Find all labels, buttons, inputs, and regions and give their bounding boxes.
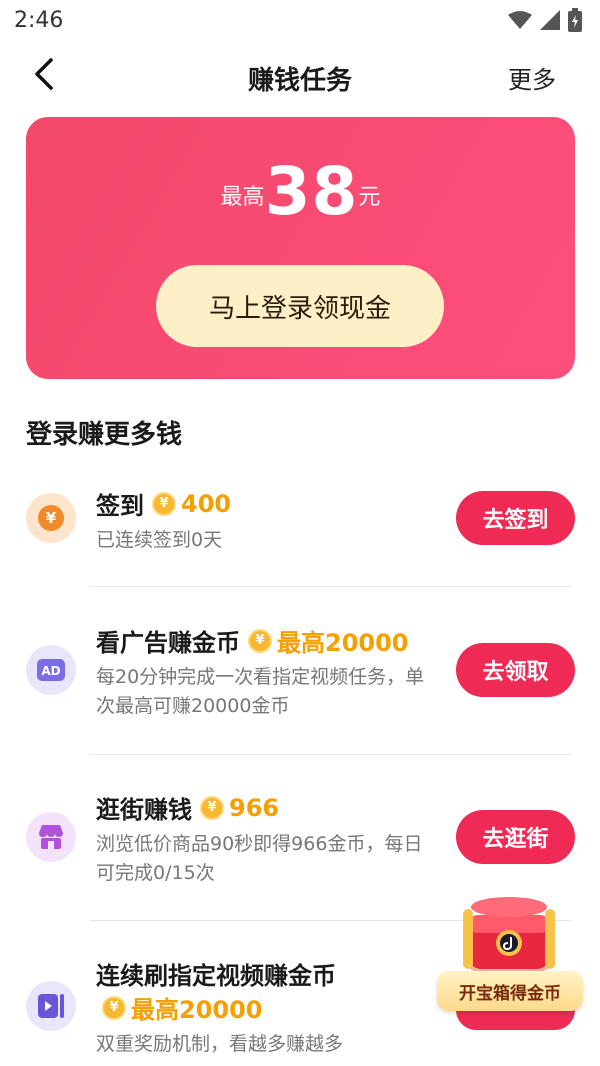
section-title: 登录赚更多钱	[26, 420, 183, 450]
treasure-chest-icon	[463, 897, 555, 975]
task-reward: 966	[229, 793, 280, 822]
reward-banner: 最高38元 马上登录领现金	[26, 117, 575, 379]
task-button-watch-ad[interactable]: 去领取	[456, 643, 575, 697]
task-title: 连续刷指定视频赚金币	[96, 962, 336, 990]
nav-bar: 赚钱任务 更多	[0, 40, 600, 110]
divider	[90, 586, 571, 587]
task-desc: 已连续签到0天	[96, 529, 223, 551]
treasure-chest-widget[interactable]: 开宝箱得金币	[437, 893, 583, 1023]
wifi-icon	[508, 11, 532, 29]
max-reward-unit: 元	[358, 185, 381, 210]
max-reward-amount: 38	[264, 153, 359, 230]
max-reward: 最高38元	[26, 153, 575, 230]
divider	[90, 754, 571, 755]
max-reward-prefix: 最高	[220, 185, 265, 210]
task-title: 签到 ¥ 400	[96, 486, 231, 521]
shop-icon	[26, 812, 76, 862]
task-button-sign-in[interactable]: 去签到	[456, 491, 575, 545]
status-time: 2:46	[14, 7, 64, 33]
task-reward: 最高20000	[277, 629, 409, 657]
task-button-shopping[interactable]: 去逛街	[456, 810, 575, 864]
task-desc: 双重奖励机制，看越多赚越多	[96, 1033, 344, 1055]
task-title-text: 逛街赚钱	[96, 796, 192, 824]
ad-icon: AD	[26, 645, 76, 695]
task-reward: 最高20000	[131, 996, 263, 1024]
svg-text:AD: AD	[41, 664, 60, 678]
task-desc: 每20分钟完成一次看指定视频任务，单次最高可赚20000金币	[96, 666, 425, 717]
login-button[interactable]: 马上登录领现金	[156, 265, 444, 347]
video-icon	[26, 981, 76, 1031]
task-reward-line: ¥ 最高20000	[96, 990, 263, 1025]
coin-icon: ¥	[152, 491, 176, 516]
task-title: 逛街赚钱 ¥ 966	[96, 790, 279, 825]
treasure-label: 开宝箱得金币	[437, 971, 583, 1011]
signal-icon	[540, 10, 560, 30]
status-bar: 2:46	[0, 0, 600, 40]
status-icons	[508, 8, 582, 32]
svg-text:¥: ¥	[46, 509, 57, 527]
battery-icon	[568, 8, 582, 32]
coin-icon: ¥	[102, 995, 126, 1020]
task-title: 看广告赚金币 ¥ 最高20000	[96, 623, 409, 658]
task-desc: 浏览低价商品90秒即得966金币，每日可完成0/15次	[96, 833, 423, 884]
yuan-coin-icon: ¥	[26, 493, 76, 543]
task-title-text: 看广告赚金币	[96, 629, 240, 657]
coin-icon: ¥	[200, 795, 224, 820]
coin-icon: ¥	[248, 628, 272, 653]
task-title-text: 签到	[96, 492, 144, 520]
task-reward: 400	[181, 489, 232, 518]
more-button[interactable]: 更多	[508, 60, 556, 95]
